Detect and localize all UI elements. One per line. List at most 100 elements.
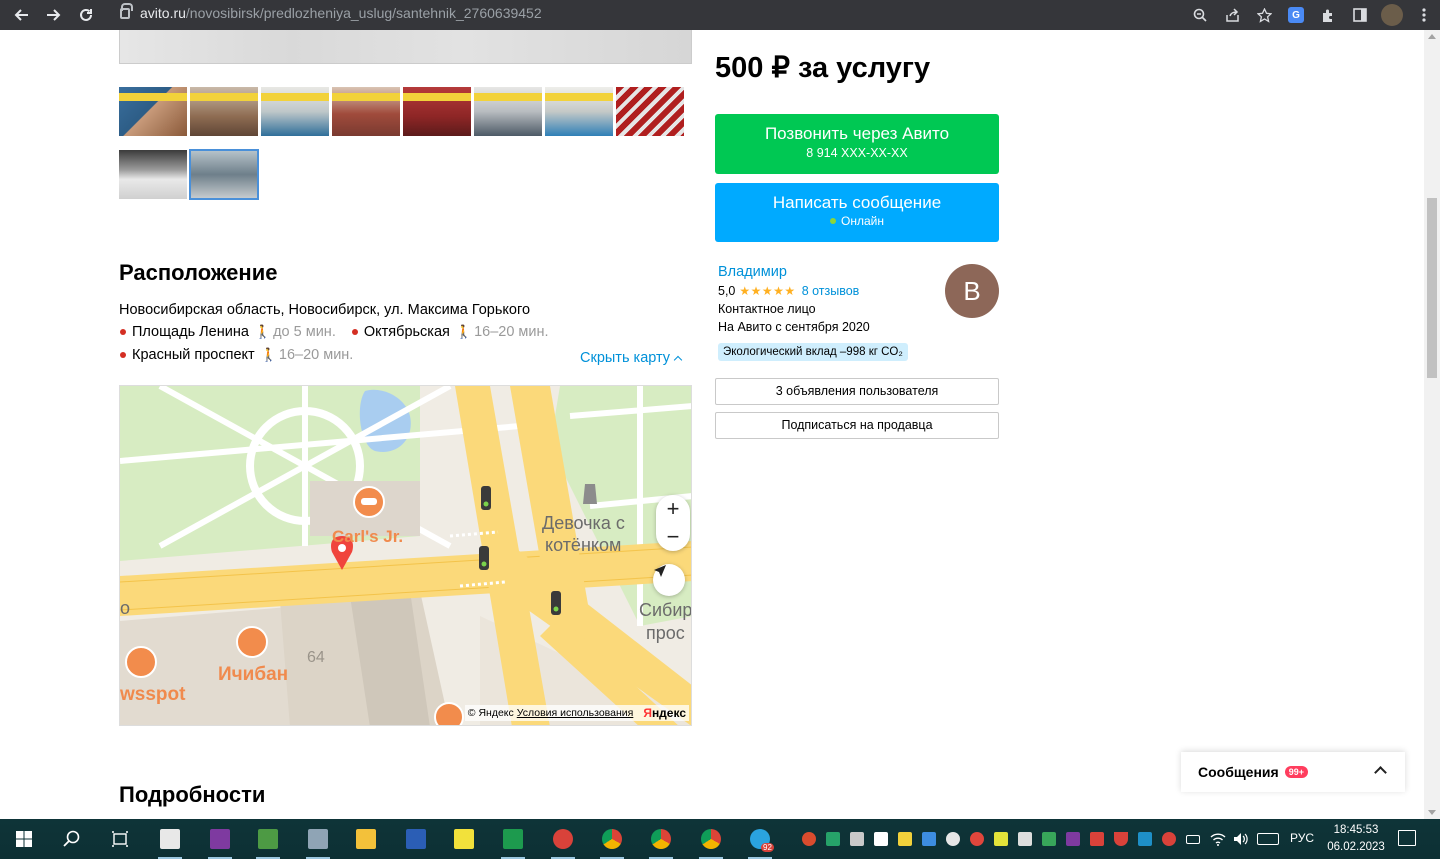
battery-icon[interactable] [1186, 835, 1200, 844]
windows-start-icon[interactable] [4, 819, 44, 859]
zoom-icon[interactable] [1184, 0, 1216, 30]
reviews-link[interactable]: 8 отзывов [802, 284, 860, 298]
seller-avatar[interactable]: В [945, 264, 999, 318]
chevron-up-icon[interactable] [1374, 766, 1387, 779]
file-explorer-taskbar-icon[interactable] [150, 819, 190, 859]
wifi-icon[interactable] [1210, 832, 1226, 846]
eco-contribution-badge[interactable]: Экологический вклад –998 кг CO₂ [718, 343, 908, 361]
chrome-profile-taskbar-icon[interactable] [641, 819, 681, 859]
search-icon[interactable] [52, 819, 92, 859]
word-taskbar-icon[interactable] [396, 819, 436, 859]
map-label-street: Сибир [639, 600, 692, 620]
yandex-logo[interactable]: Яндекс [643, 706, 686, 720]
side-panel-icon[interactable] [1344, 0, 1376, 30]
scroll-thumb[interactable] [1427, 198, 1437, 378]
input-language[interactable]: РУС [1290, 831, 1314, 845]
thumbnail-4[interactable] [332, 87, 400, 136]
scroll-up-arrow-icon[interactable] [1428, 34, 1436, 39]
address-bar[interactable]: avito.ru/novosibirsk/predlozheniya_uslug… [108, 0, 1268, 26]
thumbnail-6[interactable] [474, 87, 542, 136]
map[interactable]: Carl's Jr. Девочка с котёнком Ичибан wss… [119, 385, 692, 726]
zoom-in-button[interactable]: + [656, 495, 690, 523]
thumbnail-8[interactable] [616, 87, 684, 136]
seller-listings-button[interactable]: 3 объявления пользователя [715, 378, 999, 405]
keyboard-icon[interactable] [1257, 833, 1279, 845]
metro-row-2: Красный проспект 🚶 16–20 мин. [119, 347, 353, 363]
details-heading: Подробности [119, 782, 266, 807]
tray-notes-icon[interactable] [898, 832, 912, 846]
thumbnail-1[interactable] [119, 87, 187, 136]
chrome-taskbar-icon[interactable] [592, 819, 632, 859]
messages-widget[interactable]: Сообщения 99+ [1181, 752, 1405, 792]
page-scrollbar[interactable] [1424, 30, 1440, 819]
thumbnail-5[interactable] [403, 87, 471, 136]
metro-walk-time: до 5 мин. [273, 324, 336, 340]
write-message-label: Написать сообщение [772, 193, 942, 212]
tray-monitor-icon[interactable] [850, 832, 864, 846]
hide-map-link[interactable]: Скрыть карту [580, 350, 683, 366]
translate-extension-icon[interactable]: G [1280, 0, 1312, 30]
tray-fx-icon[interactable] [1138, 832, 1152, 846]
zoom-out-button[interactable]: − [656, 523, 690, 551]
sticky-notes-taskbar-icon[interactable] [444, 819, 484, 859]
telegram-taskbar-icon[interactable]: 92 [740, 819, 780, 859]
thumbnail-3[interactable] [261, 87, 329, 136]
thumbnail-7[interactable] [545, 87, 613, 136]
tray-red-icon[interactable] [970, 832, 984, 846]
reload-icon[interactable] [70, 0, 102, 30]
folder-taskbar-icon[interactable] [346, 819, 386, 859]
tray-shield-icon[interactable] [826, 832, 840, 846]
tray-onenote-icon[interactable] [1066, 832, 1080, 846]
tray-document-icon[interactable] [874, 832, 888, 846]
tray-app-red-icon[interactable] [1090, 832, 1104, 846]
thumbnail-10-selected[interactable] [189, 149, 259, 200]
profile-avatar[interactable] [1376, 0, 1408, 30]
metro-station-name: Октябрьская [363, 324, 450, 340]
subscribe-seller-button[interactable]: Подписаться на продавца [715, 412, 999, 439]
app-red-taskbar-icon[interactable] [543, 819, 583, 859]
menu-kebab-icon[interactable] [1408, 0, 1440, 30]
onenote-taskbar-icon[interactable] [200, 819, 240, 859]
call-button[interactable]: Позвонить через Авито 8 914 XXX-XX-XX [715, 114, 999, 174]
notepad-taskbar-icon[interactable] [248, 819, 288, 859]
extensions-puzzle-icon[interactable] [1312, 0, 1344, 30]
system-clock[interactable]: 18:45:53 06.02.2023 [1322, 822, 1390, 856]
walking-person-icon: 🚶 [260, 347, 277, 362]
app-taskbar-icon[interactable] [298, 819, 338, 859]
forward-arrow-icon[interactable] [38, 0, 70, 30]
thumbnail-9[interactable] [119, 150, 187, 199]
seller-name-link[interactable]: Владимир [718, 264, 787, 280]
call-button-label: Позвонить через Авито [764, 124, 950, 143]
tray-circle-icon[interactable] [946, 832, 960, 846]
hide-map-label: Скрыть карту [580, 350, 671, 366]
seller-type: Контактное лицо [718, 302, 816, 316]
volume-icon[interactable] [1233, 832, 1248, 846]
tray-yellow-icon[interactable] [994, 832, 1008, 846]
messages-badge: 99+ [1284, 766, 1308, 778]
bookmark-star-icon[interactable] [1248, 0, 1280, 30]
tray-screenshot-icon[interactable] [922, 832, 936, 846]
scroll-down-arrow-icon[interactable] [1428, 810, 1436, 815]
main-photo[interactable] [119, 30, 692, 64]
tray-app-8-icon[interactable] [1162, 832, 1176, 846]
metro-walk-time: 16–20 мин. [474, 324, 549, 340]
map-copyright: © Яндекс [467, 707, 514, 719]
spreadsheet-taskbar-icon[interactable] [493, 819, 533, 859]
walking-person-icon: 🚶 [455, 324, 473, 339]
tray-window-icon[interactable] [1018, 832, 1032, 846]
chevron-up-icon [673, 355, 683, 364]
back-arrow-icon[interactable] [5, 0, 37, 30]
tray-app-icon[interactable] [802, 832, 816, 846]
clock-date: 06.02.2023 [1327, 841, 1385, 853]
geolocation-arrow-icon[interactable] [653, 564, 685, 596]
metro-walk-time: 16–20 мин. [278, 347, 354, 363]
task-view-icon[interactable] [100, 819, 140, 859]
tray-green-icon[interactable] [1042, 832, 1056, 846]
share-icon[interactable] [1216, 0, 1248, 30]
tray-triangle-icon[interactable] [1114, 832, 1128, 846]
thumbnail-2[interactable] [190, 87, 258, 136]
notifications-icon[interactable] [1398, 830, 1416, 846]
chrome-profile-2-taskbar-icon[interactable] [691, 819, 731, 859]
map-terms-link[interactable]: Условия использования [517, 707, 634, 719]
write-message-button[interactable]: Написать сообщение Онлайн [715, 183, 999, 242]
